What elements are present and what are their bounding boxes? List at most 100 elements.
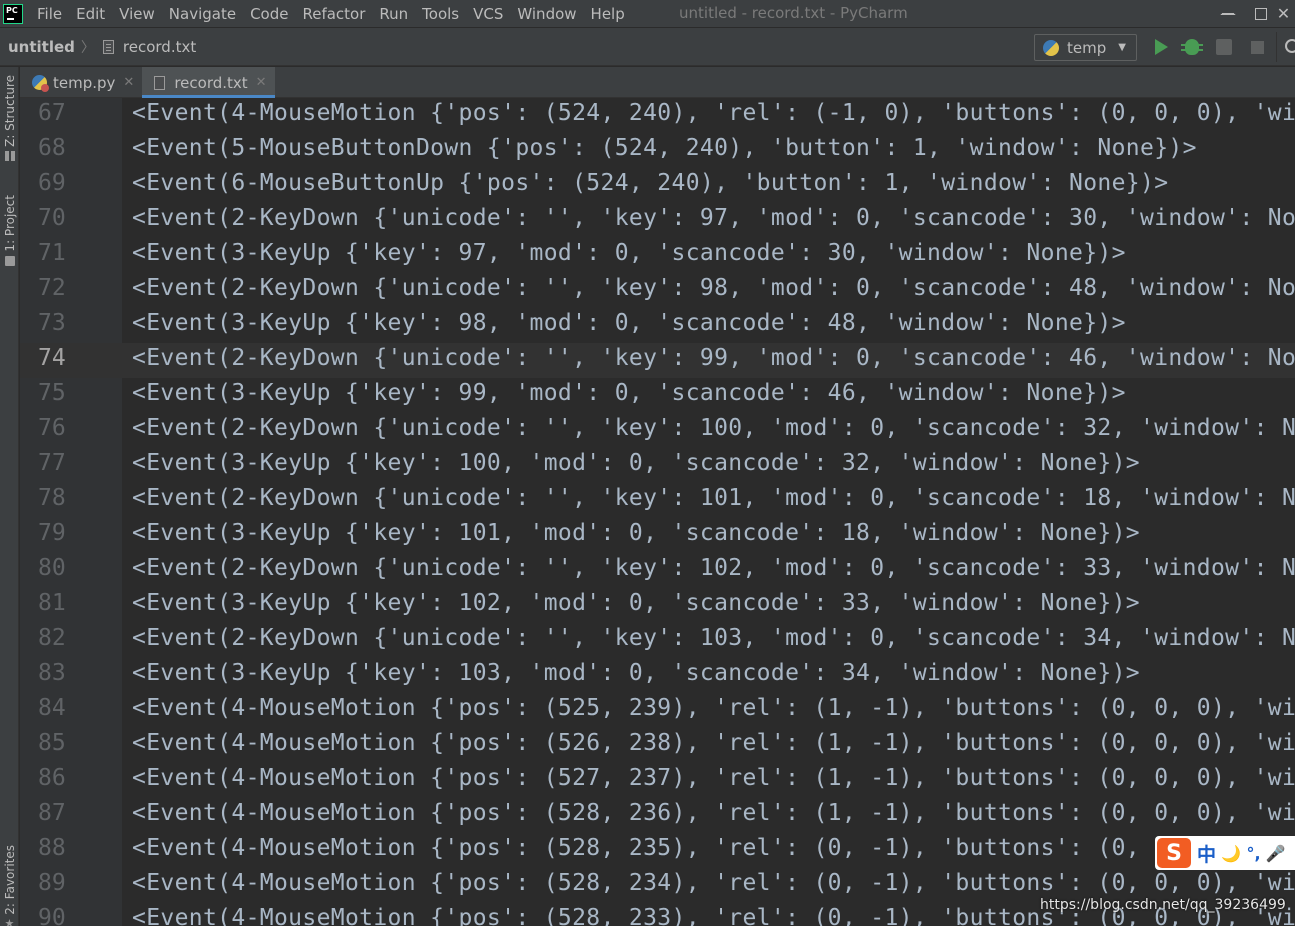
- line-number: 86: [38, 765, 66, 791]
- code-line[interactable]: 73 <Event(3-KeyUp {'key': 98, 'mod': 0, '…: [20, 308, 1295, 343]
- project-tool-tab[interactable]: 1: Project: [0, 195, 19, 266]
- close-icon[interactable]: ✕: [123, 75, 134, 90]
- line-number: 90: [38, 905, 66, 926]
- maximize-icon: [1255, 7, 1267, 20]
- microphone-icon[interactable]: 🎤: [1266, 844, 1286, 863]
- menu-window[interactable]: Window: [511, 5, 584, 23]
- close-icon: ✕: [1276, 4, 1291, 23]
- code-line[interactable]: 70 <Event(2-KeyDown {'unicode': '', 'key'…: [20, 203, 1295, 238]
- code-line[interactable]: 86 <Event(4-MouseMotion {'pos': (527, 237…: [20, 763, 1295, 798]
- coverage-button[interactable]: [1215, 38, 1233, 56]
- code-line[interactable]: 84 <Event(4-MouseMotion {'pos': (525, 239…: [20, 693, 1295, 728]
- menu-view[interactable]: View: [113, 5, 163, 23]
- code-line[interactable]: 88 <Event(4-MouseMotion {'pos': (528, 235…: [20, 833, 1295, 868]
- code-line[interactable]: 80 <Event(2-KeyDown {'unicode': '', 'key'…: [20, 553, 1295, 588]
- line-text: <Event(5-MouseButtonDown {'pos': (524, 2…: [132, 135, 1197, 161]
- favorites-tool-tab[interactable]: 2: Favorites ★: [0, 845, 19, 926]
- menu-edit[interactable]: Edit: [70, 5, 113, 23]
- menu-vcs[interactable]: VCS: [467, 5, 511, 23]
- code-line[interactable]: 77 <Event(3-KeyUp {'key': 100, 'mod': 0, …: [20, 448, 1295, 483]
- run-button[interactable]: [1152, 38, 1170, 56]
- run-configuration-select[interactable]: temp ▼: [1034, 34, 1137, 61]
- line-text: <Event(3-KeyUp {'key': 101, 'mod': 0, 's…: [132, 520, 1140, 546]
- line-number: 67: [38, 100, 66, 126]
- tab-label: record.txt: [174, 73, 248, 92]
- play-icon: [1154, 39, 1168, 55]
- line-text: <Event(3-KeyUp {'key': 100, 'mod': 0, 's…: [132, 450, 1140, 476]
- line-number: 76: [38, 415, 66, 441]
- line-number: 81: [38, 590, 66, 616]
- menu-file[interactable]: File: [31, 5, 70, 23]
- line-number: 83: [38, 660, 66, 686]
- code-line[interactable]: 71 <Event(3-KeyUp {'key': 97, 'mod': 0, '…: [20, 238, 1295, 273]
- tab-record-txt[interactable]: record.txt ✕: [142, 67, 275, 98]
- code-line[interactable]: 83 <Event(3-KeyUp {'key': 103, 'mod': 0, …: [20, 658, 1295, 693]
- line-text: <Event(2-KeyDown {'unicode': '', 'key': …: [132, 555, 1295, 581]
- code-line[interactable]: 69 <Event(6-MouseButtonUp {'pos': (524, 2…: [20, 168, 1295, 203]
- line-text: <Event(2-KeyDown {'unicode': '', 'key': …: [132, 485, 1295, 511]
- stop-button[interactable]: [1248, 38, 1266, 56]
- maximize-button[interactable]: [1251, 0, 1271, 27]
- menu-help[interactable]: Help: [585, 5, 633, 23]
- search-icon[interactable]: [1285, 39, 1295, 53]
- line-text: <Event(3-KeyUp {'key': 103, 'mod': 0, 's…: [132, 660, 1140, 686]
- code-line[interactable]: 72 <Event(2-KeyDown {'unicode': '', 'key'…: [20, 273, 1295, 308]
- ime-toolbar[interactable]: S 中 🌙 °, 🎤: [1155, 836, 1295, 870]
- line-text: <Event(4-MouseMotion {'pos': (528, 236),…: [132, 800, 1295, 826]
- breadcrumb-file[interactable]: record.txt: [123, 38, 196, 56]
- menu-tools[interactable]: Tools: [416, 5, 467, 23]
- breadcrumb-project[interactable]: untitled: [8, 38, 75, 56]
- favorites-tab-label: 2: Favorites: [2, 845, 17, 915]
- line-text: <Event(4-MouseMotion {'pos': (524, 240),…: [132, 100, 1295, 126]
- code-line[interactable]: 74 <Event(2-KeyDown {'unicode': '', 'key'…: [20, 343, 1295, 378]
- code-line[interactable]: 87 <Event(4-MouseMotion {'pos': (528, 236…: [20, 798, 1295, 833]
- code-line[interactable]: 82 <Event(2-KeyDown {'unicode': '', 'key'…: [20, 623, 1295, 658]
- line-number: 77: [38, 450, 66, 476]
- ime-mode-label[interactable]: 中: [1197, 840, 1216, 867]
- line-number: 78: [38, 485, 66, 511]
- code-line[interactable]: 75 <Event(3-KeyUp {'key': 99, 'mod': 0, '…: [20, 378, 1295, 413]
- code-line[interactable]: 67 <Event(4-MouseMotion {'pos': (524, 240…: [20, 98, 1295, 133]
- line-text: <Event(2-KeyDown {'unicode': '', 'key': …: [132, 275, 1295, 301]
- menu-code[interactable]: Code: [244, 5, 296, 23]
- code-editor[interactable]: 67 <Event(4-MouseMotion {'pos': (524, 240…: [20, 98, 1295, 926]
- tab-temp-py[interactable]: temp.py ✕: [20, 67, 142, 98]
- breadcrumb-separator-icon: 〉: [80, 39, 95, 56]
- code-line[interactable]: 68 <Event(5-MouseButtonDown {'pos': (524,…: [20, 133, 1295, 168]
- navigation-bar: untitled 〉 record.txt temp ▼: [0, 28, 1295, 66]
- code-line[interactable]: 78 <Event(2-KeyDown {'unicode': '', 'key'…: [20, 483, 1295, 518]
- line-text: <Event(4-MouseMotion {'pos': (527, 237),…: [132, 765, 1295, 791]
- structure-tool-tab[interactable]: Z: Structure: [0, 75, 19, 161]
- close-button[interactable]: ✕: [1272, 0, 1295, 27]
- line-number: 68: [38, 135, 66, 161]
- debug-button[interactable]: [1181, 38, 1203, 56]
- menu-navigate[interactable]: Navigate: [163, 5, 244, 23]
- code-line[interactable]: 76 <Event(2-KeyDown {'unicode': '', 'key'…: [20, 413, 1295, 448]
- line-number: 70: [38, 205, 66, 231]
- code-line[interactable]: 85 <Event(4-MouseMotion {'pos': (526, 238…: [20, 728, 1295, 763]
- python-file-icon: [32, 75, 49, 92]
- close-icon[interactable]: ✕: [256, 75, 267, 90]
- code-line[interactable]: 79 <Event(3-KeyUp {'key': 101, 'mod': 0, …: [20, 518, 1295, 553]
- line-number: 80: [38, 555, 66, 581]
- line-number: 84: [38, 695, 66, 721]
- python-icon: [1043, 39, 1059, 56]
- text-file-icon: [154, 75, 166, 90]
- code-line[interactable]: 81 <Event(3-KeyUp {'key': 102, 'mod': 0, …: [20, 588, 1295, 623]
- bug-icon: [1181, 39, 1203, 55]
- line-number: 82: [38, 625, 66, 651]
- star-icon: ★: [4, 916, 15, 926]
- menu-refactor[interactable]: Refactor: [296, 5, 373, 23]
- minimize-button[interactable]: [1205, 0, 1251, 27]
- line-text: <Event(3-KeyUp {'key': 97, 'mod': 0, 'sc…: [132, 240, 1126, 266]
- structure-tab-label: Z: Structure: [2, 75, 17, 147]
- line-text: <Event(2-KeyDown {'unicode': '', 'key': …: [132, 205, 1295, 231]
- run-configuration-label: temp: [1067, 38, 1107, 57]
- window-title: untitled - record.txt - PyCharm: [679, 4, 908, 22]
- tab-label: temp.py: [53, 73, 116, 92]
- line-number: 85: [38, 730, 66, 756]
- menu-run[interactable]: Run: [373, 5, 416, 23]
- line-text: <Event(4-MouseMotion {'pos': (526, 238),…: [132, 730, 1295, 756]
- ime-symbols[interactable]: 🌙 °,: [1221, 844, 1261, 863]
- stop-icon: [1250, 40, 1264, 54]
